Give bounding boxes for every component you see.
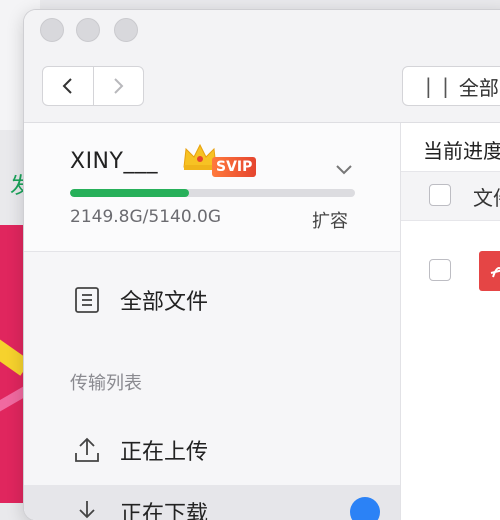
- back-button[interactable]: [43, 67, 93, 105]
- select-all-checkbox[interactable]: [429, 184, 451, 206]
- svip-badge: SVIP: [212, 157, 257, 177]
- titlebar: | | 全部: [24, 10, 500, 123]
- navigation-buttons: [42, 66, 144, 106]
- file-list-header: 文件: [401, 171, 500, 221]
- upload-icon: [75, 437, 99, 462]
- row-checkbox[interactable]: [429, 259, 451, 281]
- app-window: | | 全部 XINY___ SVIP 2149.8G/5140.0G 扩容 全…: [24, 10, 500, 520]
- document-icon: [75, 287, 99, 313]
- expand-storage-link[interactable]: 扩容: [312, 207, 348, 233]
- window-minimize-button[interactable]: [76, 18, 100, 42]
- account-panel: XINY___ SVIP 2149.8G/5140.0G 扩容: [24, 123, 400, 252]
- sidebar-item-label: 全部文件: [120, 290, 209, 315]
- current-progress-label: 当前进度: [423, 139, 500, 163]
- chevron-down-icon[interactable]: [332, 157, 356, 181]
- storage-quota-text: 2149.8G/5140.0G: [70, 207, 222, 227]
- username: XINY___: [70, 149, 158, 174]
- transfer-list-header: 传输列表: [70, 373, 142, 394]
- toolbar-all-label: 全部: [458, 75, 499, 100]
- forward-button[interactable]: [92, 67, 144, 105]
- storage-quota-bar: [70, 189, 355, 197]
- background-artwork: [0, 225, 26, 503]
- pause-icon: | |: [425, 74, 451, 98]
- window-close-button[interactable]: [40, 18, 64, 42]
- column-header-file[interactable]: 文件: [473, 182, 500, 211]
- download-count-badge: [350, 497, 380, 520]
- storage-quota-fill: [70, 189, 190, 197]
- sidebar: XINY___ SVIP 2149.8G/5140.0G 扩容 全部文件 传输列…: [24, 123, 401, 520]
- all-files-toolbar-button[interactable]: | | 全部: [402, 66, 500, 106]
- chevron-right-icon: [114, 78, 124, 94]
- main-panel: 当前进度 文件: [401, 123, 500, 520]
- sidebar-item-uploading[interactable]: 正在上传: [24, 423, 400, 477]
- sidebar-item-all-files[interactable]: 全部文件: [24, 273, 400, 327]
- pdf-icon: [490, 267, 500, 278]
- sidebar-item-label: 正在上传: [120, 440, 209, 465]
- pdf-file-icon: [479, 251, 500, 291]
- chevron-left-icon: [62, 78, 72, 94]
- sidebar-item-label: 正在下载: [120, 502, 209, 520]
- download-icon: [79, 501, 95, 519]
- window-maximize-button[interactable]: [114, 18, 138, 42]
